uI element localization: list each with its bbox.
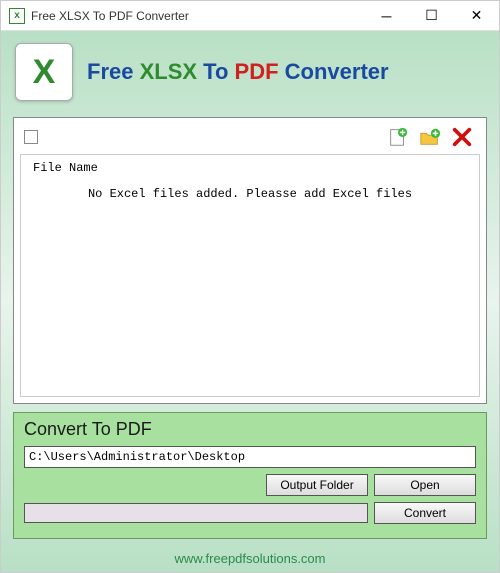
add-folder-icon	[418, 126, 442, 148]
file-panel: File Name No Excel files added. Pleasse …	[13, 117, 487, 404]
window-controls: ─ ☐ ✕	[364, 1, 499, 30]
open-button[interactable]: Open	[374, 474, 476, 496]
maximize-button[interactable]: ☐	[409, 1, 454, 30]
app-title: Free XLSX To PDF Converter	[87, 59, 389, 85]
add-folder-button[interactable]	[416, 126, 444, 148]
close-button[interactable]: ✕	[454, 1, 499, 30]
add-file-icon	[386, 126, 410, 148]
convert-panel: Convert To PDF Output Folder Open Conver…	[13, 412, 487, 539]
client-area: X Free XLSX To PDF Converter File	[1, 31, 499, 572]
app-icon-letter: x	[14, 10, 20, 21]
convert-button[interactable]: Convert	[374, 502, 476, 524]
file-toolbar	[20, 124, 480, 154]
output-path-input[interactable]	[24, 446, 476, 468]
column-header-filename: File Name	[29, 159, 471, 181]
empty-message: No Excel files added. Pleasse add Excel …	[29, 181, 471, 201]
logo-letter: X	[33, 53, 56, 92]
file-list[interactable]: File Name No Excel files added. Pleasse …	[20, 154, 480, 397]
select-all-checkbox[interactable]	[24, 130, 38, 144]
output-row	[24, 446, 476, 468]
window-title: Free XLSX To PDF Converter	[31, 9, 364, 23]
app-window: x Free XLSX To PDF Converter ─ ☐ ✕ X Fre…	[0, 0, 500, 573]
add-file-button[interactable]	[384, 126, 412, 148]
output-folder-button[interactable]: Output Folder	[266, 474, 368, 496]
footer-link[interactable]: www.freepdfsolutions.com	[5, 547, 495, 568]
minimize-button[interactable]: ─	[364, 1, 409, 30]
app-icon: x	[9, 8, 25, 24]
header: X Free XLSX To PDF Converter	[5, 35, 495, 113]
output-buttons-row: Output Folder Open	[24, 474, 476, 496]
titlebar: x Free XLSX To PDF Converter ─ ☐ ✕	[1, 1, 499, 31]
progress-bar	[24, 503, 368, 523]
remove-icon	[450, 126, 474, 148]
remove-button[interactable]	[448, 126, 476, 148]
convert-panel-title: Convert To PDF	[24, 419, 476, 446]
logo: X	[15, 43, 73, 101]
progress-row: Convert	[24, 502, 476, 524]
